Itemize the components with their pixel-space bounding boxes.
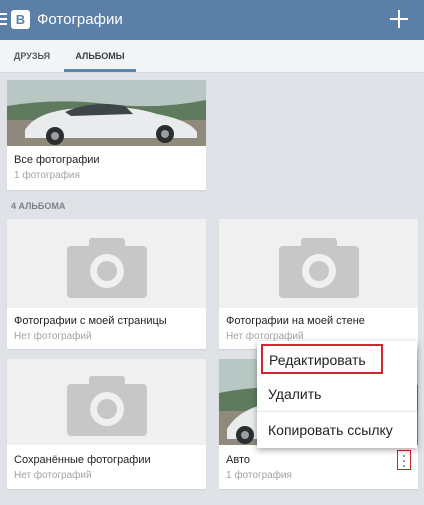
all-photos-count: 1 фотография [14,170,80,181]
menu-item-edit[interactable]: Редактировать [261,344,383,374]
album-title: Фотографии на моей стене [226,315,365,327]
camera-icon [66,376,147,436]
camera-icon [278,237,359,298]
tab-bar: ДРУЗЬЯ АЛЬБОМЫ [0,40,424,73]
more-dot-icon [403,460,405,462]
album-title: Авто [226,454,250,466]
album-card[interactable]: Фотографии с моей страницы Нет фотографи… [7,219,206,349]
tab-friends[interactable]: ДРУЗЬЯ [0,40,64,72]
more-dot-icon [403,455,405,457]
camera-icon [66,237,147,298]
album-card[interactable]: Сохранённые фотографии Нет фотографий [7,359,206,489]
menu-item-delete[interactable]: Удалить [257,377,417,412]
tab-active-indicator [64,69,136,72]
page-title: Фотографии [37,11,123,28]
vk-logo-icon: B [11,10,30,29]
album-placeholder [7,359,206,445]
all-photos-title: Все фотографии [14,154,100,166]
album-placeholder [7,219,206,308]
all-photos-thumbnail [7,80,206,146]
more-dot-icon [403,465,405,467]
menu-icon[interactable] [0,13,7,26]
more-options-button[interactable] [397,450,411,470]
album-count: Нет фотографий [14,470,92,481]
album-count: Нет фотографий [14,331,92,342]
album-count: 1 фотография [226,470,292,481]
context-menu: Редактировать Удалить Копировать ссылку [257,341,417,448]
all-photos-card[interactable]: Все фотографии 1 фотография [7,80,206,190]
album-card[interactable]: Фотографии на моей стене Нет фотографий [219,219,418,349]
tab-albums[interactable]: АЛЬБОМЫ [64,40,136,72]
tab-albums-label: АЛЬБОМЫ [75,51,125,61]
albums-section-heading: 4 АЛЬБОМА [11,201,66,211]
album-title: Сохранённые фотографии [14,454,151,466]
album-placeholder [219,219,418,308]
menu-item-copy-link[interactable]: Копировать ссылку [257,413,417,448]
album-title: Фотографии с моей страницы [14,315,167,327]
car-photo [7,80,206,146]
add-photo-button[interactable] [388,8,410,30]
app-bar: B Фотографии [0,0,424,40]
